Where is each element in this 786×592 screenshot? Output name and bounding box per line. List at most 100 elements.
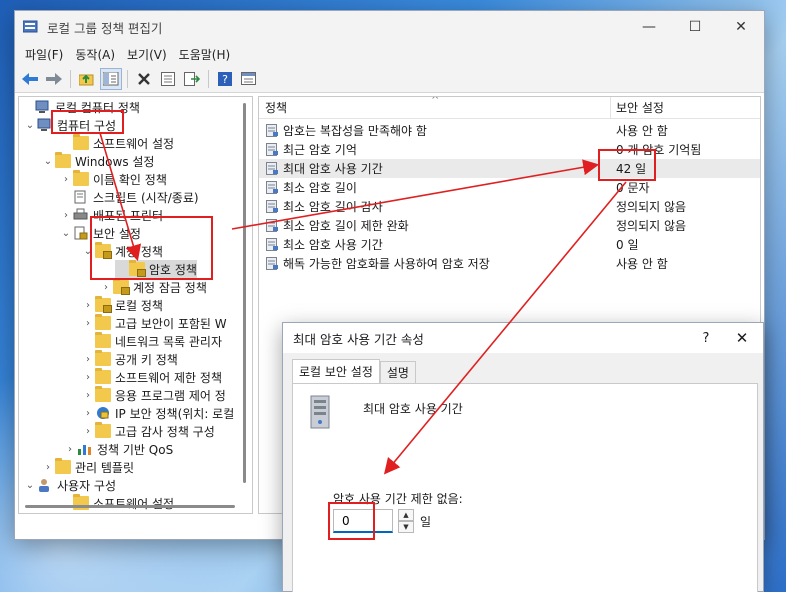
lock-folder-icon: [95, 296, 112, 313]
tree-item[interactable]: › 고급 보안이 포함된 W: [81, 314, 227, 332]
folder-icon: [73, 134, 89, 150]
folder-icon: [73, 170, 89, 186]
password-age-stepper[interactable]: ▲ ▼: [398, 509, 414, 533]
policy-row[interactable]: 최소 암호 길이 0 문자: [259, 178, 760, 197]
chevron-icon[interactable]: ›: [63, 444, 77, 455]
chevron-icon[interactable]: ›: [59, 210, 73, 221]
policy-name: 최소 암호 길이 제한 완화: [283, 219, 409, 233]
tree-item[interactable]: ⌄ Windows 설정: [41, 152, 154, 170]
tree-item[interactable]: › 정책 기반 QoS: [63, 440, 173, 458]
close-button[interactable]: ✕: [718, 11, 764, 43]
tree-item[interactable]: › 계정 잠금 정책: [99, 278, 207, 296]
tree-item[interactable]: 소프트웨어 설정: [59, 134, 174, 152]
delete-icon[interactable]: [133, 68, 155, 90]
tab-explain[interactable]: 설명: [379, 361, 416, 383]
chevron-icon[interactable]: ›: [81, 426, 95, 437]
dialog-title: 최대 암호 사용 기간 속성: [293, 331, 424, 347]
up-folder-icon[interactable]: [76, 68, 98, 90]
tree-item[interactable]: › 이름 확인 정책: [59, 170, 167, 188]
policy-row[interactable]: 최근 암호 기억 0 개 암호 기억됨: [259, 140, 760, 159]
tree-item-label: 고급 감사 정책 구성: [115, 424, 215, 439]
tree-item-label: 소프트웨어 제한 정책: [115, 370, 222, 385]
column-header-security-setting[interactable]: 보안 설정: [616, 99, 664, 116]
policy-setting-icon: [266, 238, 279, 251]
tree-item-label: IP 보안 정책(위치: 로컬: [115, 406, 235, 421]
tree-item[interactable]: › 로컬 정책: [81, 296, 163, 314]
scrollbar-thumb[interactable]: [25, 505, 235, 508]
menu-help[interactable]: 도움말(H): [173, 46, 237, 63]
forward-arrow-icon[interactable]: [43, 68, 65, 90]
console-icon[interactable]: [238, 68, 260, 90]
policy-row[interactable]: 최대 암호 사용 기간 42 일: [259, 159, 760, 178]
annotation-box-computer-config: [51, 110, 124, 134]
tree-item[interactable]: › 응용 프로그램 제어 정: [81, 386, 226, 404]
minimize-button[interactable]: —: [626, 11, 672, 43]
tree-vertical-scrollbar[interactable]: [238, 97, 252, 513]
tree-item[interactable]: › 관리 템플릿: [41, 458, 134, 476]
column-divider[interactable]: [610, 97, 611, 119]
chevron-icon[interactable]: ›: [81, 300, 95, 311]
computer-icon: [35, 100, 51, 114]
tree-item-label: 계정 잠금 정책: [133, 280, 207, 295]
policy-row[interactable]: 최소 암호 길이 감사 정의되지 않음: [259, 197, 760, 216]
folder-icon: [95, 368, 111, 384]
policy-value: 정의되지 않음: [616, 219, 687, 233]
show-tree-icon[interactable]: [100, 67, 122, 90]
column-header-policy[interactable]: 정책: [265, 99, 287, 116]
policy-setting-icon: [266, 219, 279, 232]
tree-item[interactable]: 네트워크 목록 관리자: [81, 332, 222, 350]
menu-view[interactable]: 보기(V): [121, 46, 173, 63]
chevron-icon[interactable]: ⌄: [23, 120, 37, 131]
export-list-icon[interactable]: [181, 68, 203, 90]
tree-item[interactable]: › 공개 키 정책: [81, 350, 178, 368]
chevron-icon[interactable]: ›: [41, 462, 55, 473]
tree-horizontal-scrollbar[interactable]: [19, 499, 240, 513]
chevron-icon[interactable]: ⌄: [23, 480, 37, 491]
policy-row[interactable]: 암호는 복잡성을 만족해야 함 사용 안 함: [259, 121, 760, 140]
chevron-icon[interactable]: ›: [99, 282, 113, 293]
policy-value: 0 일: [616, 238, 639, 252]
policy-setting-icon: [266, 181, 279, 194]
policy-setting-icon: [266, 162, 279, 175]
tree-item-label: 로컬 정책: [115, 298, 163, 313]
tree-item-label: 응용 프로그램 제어 정: [115, 388, 226, 403]
toolbar-separator: [208, 69, 209, 88]
policy-setting-icon: [266, 124, 279, 137]
back-arrow-icon[interactable]: [19, 68, 41, 90]
tree-item[interactable]: › 소프트웨어 제한 정책: [81, 368, 222, 386]
policy-value: 0 문자: [616, 181, 650, 195]
policy-row[interactable]: 최소 암호 사용 기간 0 일: [259, 235, 760, 254]
chevron-icon[interactable]: ›: [59, 174, 73, 185]
chevron-icon[interactable]: ›: [81, 354, 95, 365]
script-icon: [73, 190, 89, 204]
tree-item[interactable]: 스크립트 (시작/종료): [59, 188, 199, 206]
policy-row[interactable]: 해독 가능한 암호화를 사용하여 암호 저장 사용 안 함: [259, 254, 760, 273]
chevron-icon[interactable]: ›: [81, 390, 95, 401]
chevron-icon[interactable]: ›: [81, 372, 95, 383]
chevron-icon[interactable]: ⌄: [59, 228, 73, 239]
menu-file[interactable]: 파일(F): [19, 46, 69, 63]
scrollbar-thumb[interactable]: [243, 103, 246, 483]
properties-icon[interactable]: [157, 68, 179, 90]
dialog-help-button[interactable]: ?: [691, 331, 721, 346]
dialog-close-button[interactable]: ✕: [721, 329, 763, 347]
tree-item[interactable]: ⌄ 사용자 구성: [23, 476, 116, 494]
tree-item[interactable]: › IP 보안 정책(위치: 로컬: [81, 404, 234, 422]
sort-indicator: ^: [431, 96, 440, 106]
tab-local-security-setting[interactable]: 로컬 보안 설정: [292, 359, 380, 383]
user-icon: [37, 478, 53, 492]
stepper-down-button[interactable]: ▼: [398, 521, 414, 533]
policy-name: 해독 가능한 암호화를 사용하여 암호 저장: [283, 257, 490, 271]
menu-action[interactable]: 동작(A): [69, 46, 121, 63]
stepper-up-button[interactable]: ▲: [398, 509, 414, 521]
tree-pane[interactable]: 소프트웨어 설정 ⌄ 사용자 구성 › 관리 템플릿 › 정책 기반 QoS › 고급 감사 정…: [18, 96, 253, 514]
dialog-tabs: 로컬 보안 설정 설명: [292, 359, 416, 383]
chevron-icon[interactable]: ›: [81, 318, 95, 329]
policy-value: 사용 안 함: [616, 124, 668, 138]
chevron-icon[interactable]: ⌄: [41, 156, 55, 167]
maximize-button[interactable]: ☐: [672, 11, 718, 43]
policy-row[interactable]: 최소 암호 길이 제한 완화 정의되지 않음: [259, 216, 760, 235]
chevron-icon[interactable]: ›: [81, 408, 95, 419]
help-icon[interactable]: ?: [214, 68, 236, 90]
tree-item[interactable]: › 고급 감사 정책 구성: [81, 422, 215, 440]
